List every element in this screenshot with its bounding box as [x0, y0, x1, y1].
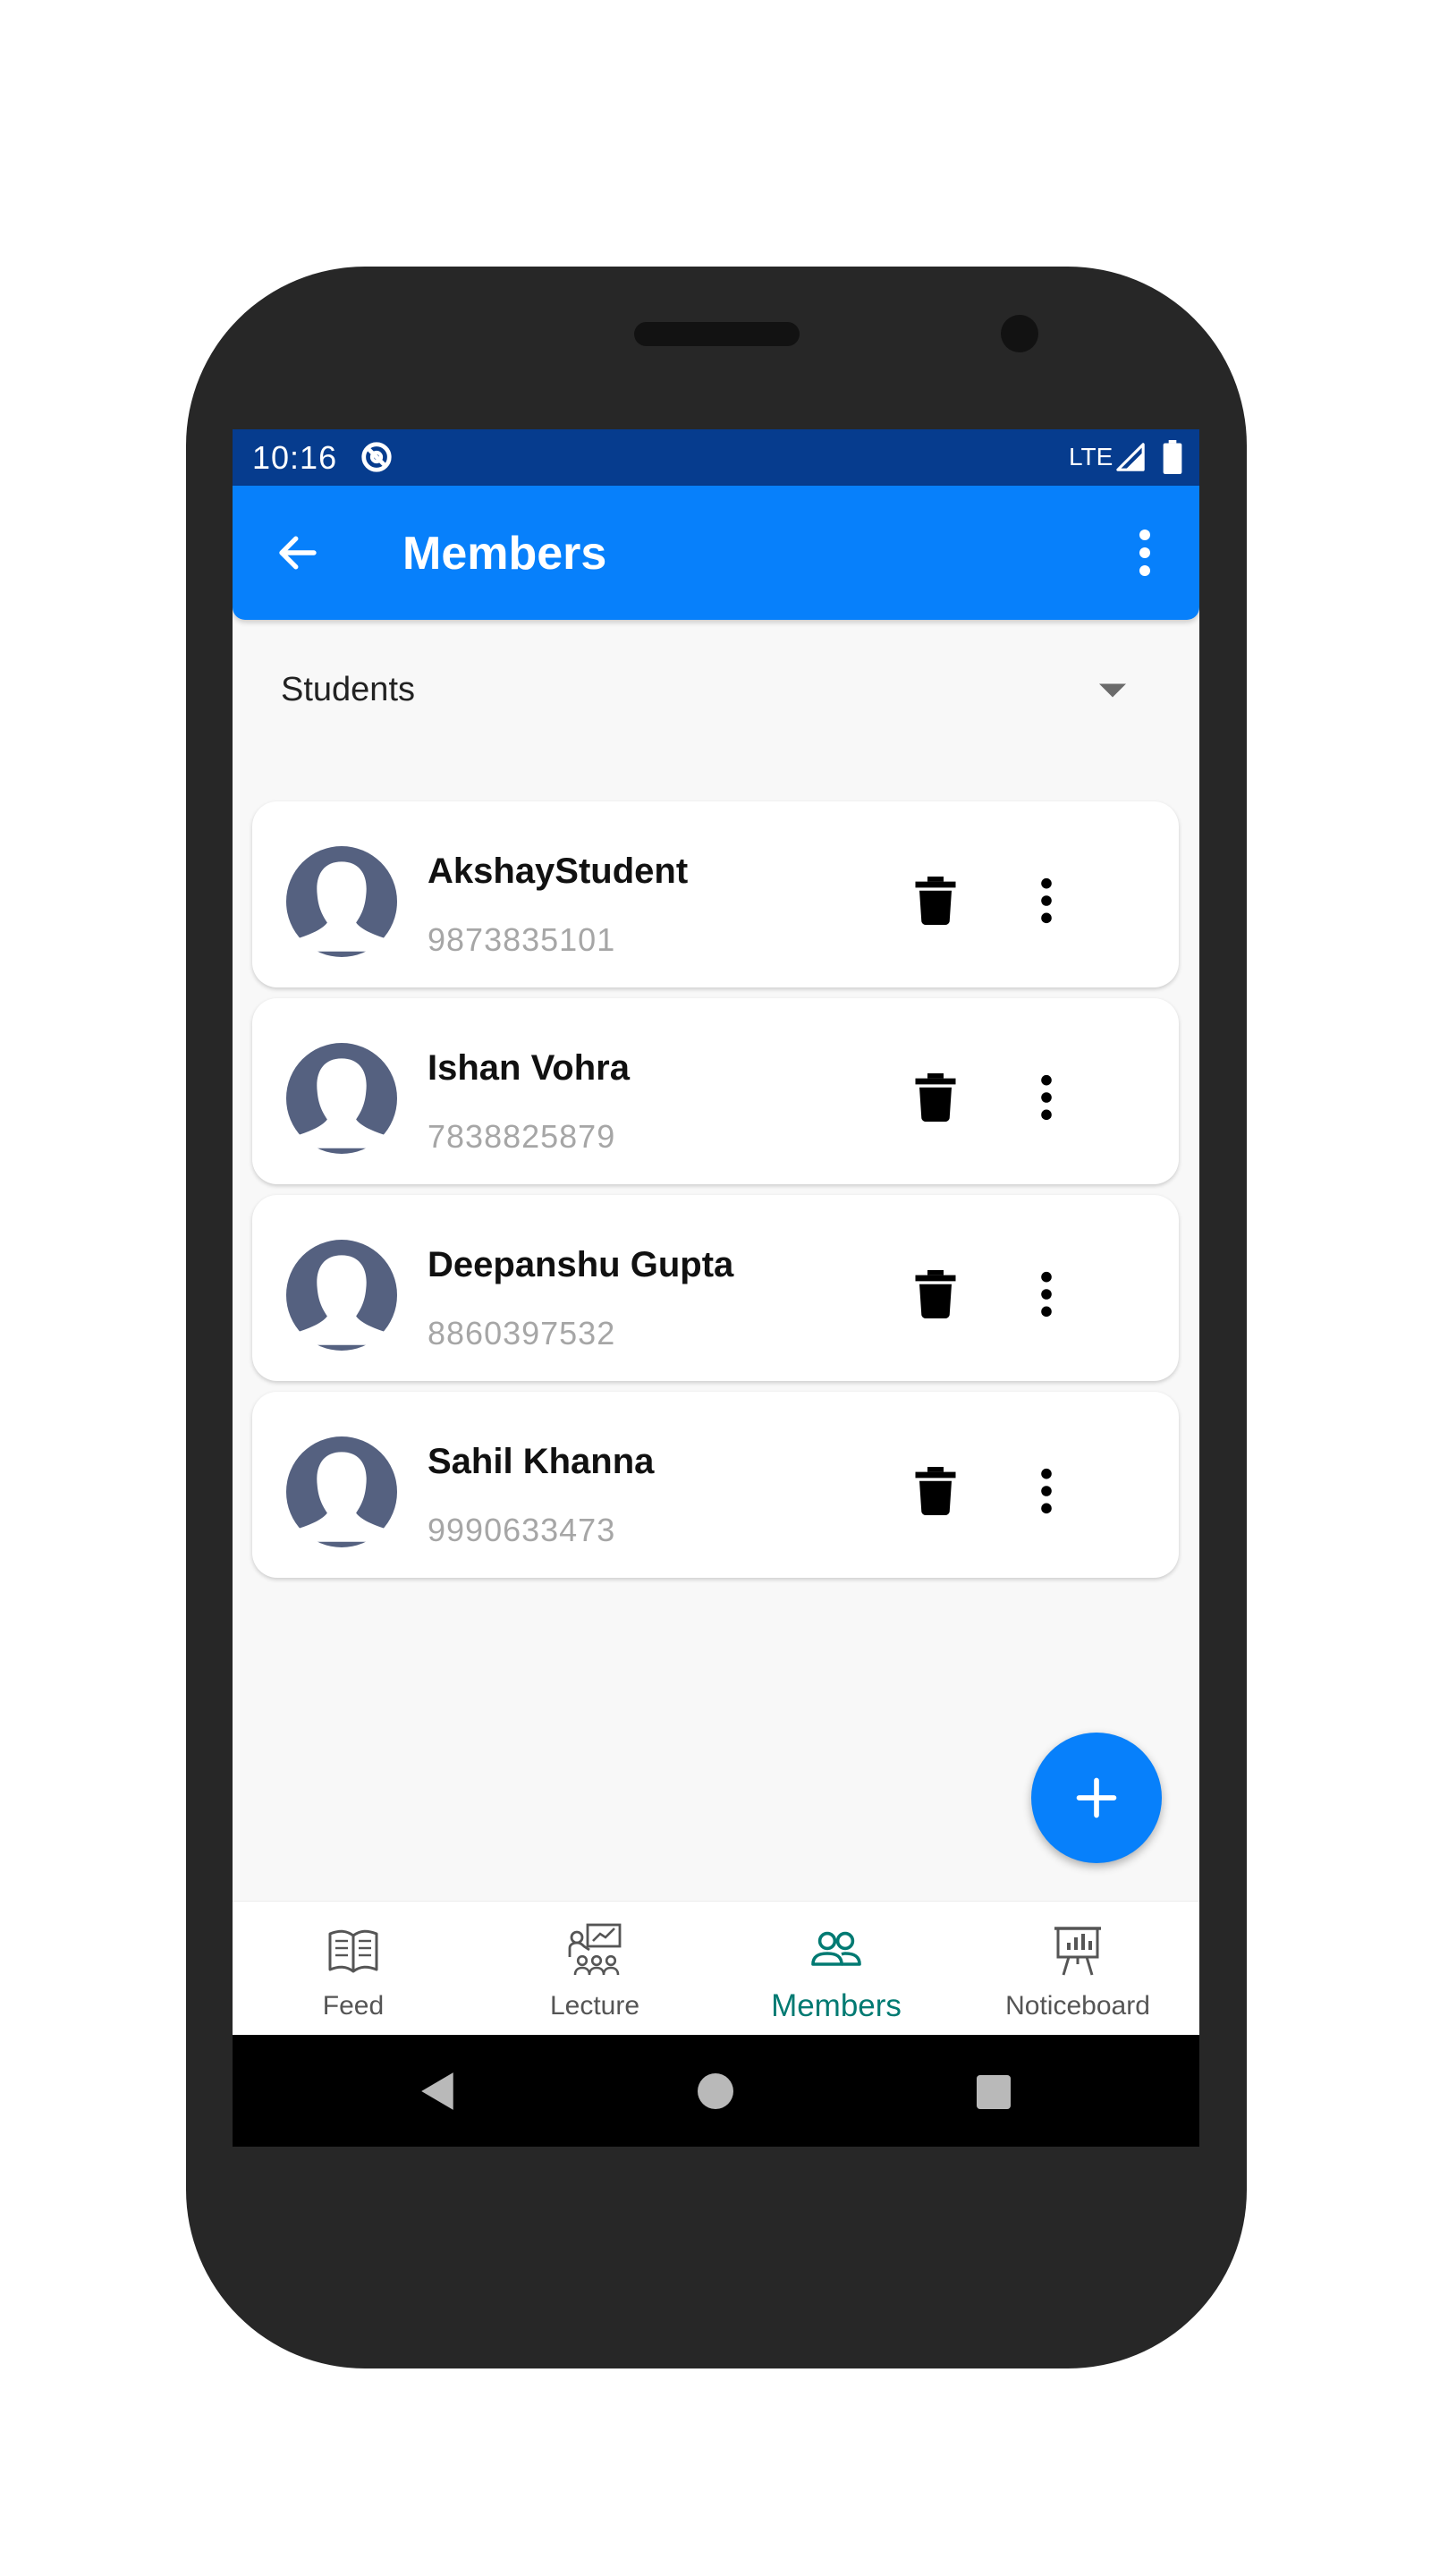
avatar-icon: [286, 846, 397, 957]
book-icon: [328, 1929, 378, 1973]
member-card[interactable]: Ishan Vohra 7838825879: [252, 998, 1179, 1184]
people-icon: [811, 1931, 861, 1966]
delete-icon[interactable]: [914, 1073, 957, 1122]
delete-icon[interactable]: [914, 877, 957, 925]
bottom-navigation: Feed Lecture Members Noticeboard: [233, 1901, 1199, 2036]
member-type-dropdown[interactable]: Students: [233, 646, 1199, 735]
member-card[interactable]: Sahil Khanna 9990633473: [252, 1392, 1179, 1578]
member-name: Ishan Vohra: [428, 1048, 630, 1088]
phone-camera: [1001, 315, 1038, 352]
sync-icon: [361, 442, 392, 472]
battery-icon: [1163, 440, 1182, 474]
member-phone: 8860397532: [428, 1315, 616, 1352]
nav-label: Members: [771, 1988, 902, 2023]
nav-label: Noticeboard: [1005, 1991, 1150, 2021]
signal-icon: [1116, 443, 1145, 471]
member-name: Deepanshu Gupta: [428, 1245, 734, 1284]
status-bar: 10:16 LTE: [233, 429, 1199, 486]
member-card[interactable]: AkshayStudent 9873835101: [252, 801, 1179, 987]
more-vert-icon[interactable]: [1029, 1268, 1064, 1320]
more-vert-icon[interactable]: [1029, 875, 1064, 927]
system-navigation-bar: [233, 2035, 1199, 2147]
phone-speaker: [634, 322, 800, 346]
system-back-icon[interactable]: [419, 2071, 458, 2112]
caret-down-icon: [1099, 683, 1126, 698]
nav-item-members[interactable]: Members: [716, 1902, 957, 2036]
member-phone: 7838825879: [428, 1118, 616, 1155]
member-phone: 9873835101: [428, 921, 616, 958]
nav-item-feed[interactable]: Feed: [233, 1902, 474, 2036]
network-type: LTE: [1069, 443, 1113, 470]
status-time: 10:16: [252, 439, 338, 476]
app-bar: Members: [233, 486, 1199, 620]
more-vert-icon[interactable]: [1029, 1465, 1064, 1517]
dropdown-selected-value: Students: [281, 671, 415, 708]
member-phone: 9990633473: [428, 1512, 616, 1548]
delete-icon[interactable]: [914, 1467, 957, 1515]
more-vert-icon[interactable]: [1029, 1072, 1064, 1123]
member-card[interactable]: Deepanshu Gupta 8860397532: [252, 1195, 1179, 1381]
more-vert-icon[interactable]: [1127, 526, 1163, 580]
nav-label: Feed: [322, 1991, 385, 2021]
avatar-icon: [286, 1436, 397, 1547]
nav-label: Lecture: [549, 1991, 640, 2021]
system-home-icon[interactable]: [698, 2073, 733, 2109]
app-screen: 10:16 LTE Members Students AkshayStudent…: [233, 429, 1199, 2147]
nav-item-noticeboard[interactable]: Noticeboard: [957, 1902, 1198, 2036]
classroom-icon: [568, 1923, 622, 1976]
avatar-icon: [286, 1240, 397, 1351]
plus-icon: [1076, 1777, 1117, 1818]
avatar-icon: [286, 1043, 397, 1154]
nav-item-lecture[interactable]: Lecture: [474, 1902, 716, 2036]
add-member-button[interactable]: [1031, 1733, 1162, 1863]
page-title: Members: [402, 528, 607, 580]
presentation-board-icon: [1054, 1927, 1101, 1976]
member-name: AkshayStudent: [428, 852, 689, 891]
delete-icon[interactable]: [914, 1270, 957, 1318]
back-arrow-icon[interactable]: [274, 529, 322, 577]
member-name: Sahil Khanna: [428, 1442, 655, 1481]
system-recents-icon[interactable]: [977, 2075, 1011, 2109]
